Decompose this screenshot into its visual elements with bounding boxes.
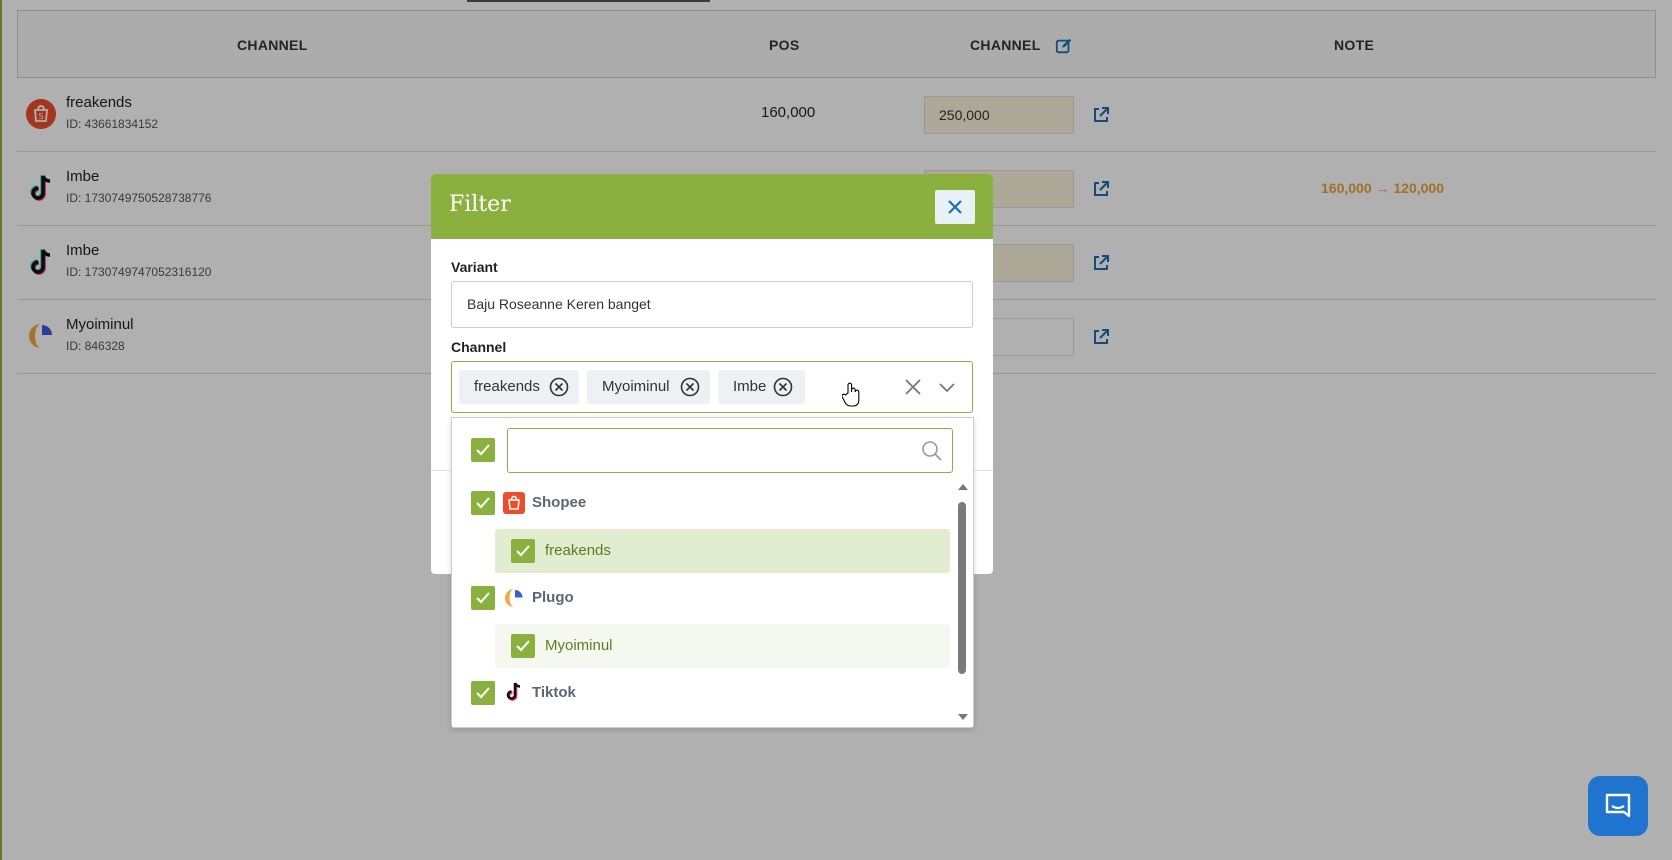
group-checkbox-plugo[interactable] xyxy=(471,586,495,610)
plugo-icon xyxy=(505,589,523,607)
channel-dropdown: Shopee freakends Plugo Myoiminul Tiktok xyxy=(451,417,974,728)
group-checkbox-shopee[interactable] xyxy=(471,491,495,515)
chevron-down-icon[interactable] xyxy=(937,377,957,397)
option-freakends[interactable]: freakends xyxy=(495,529,950,573)
checkmark-icon xyxy=(476,592,490,604)
modal-header: Filter xyxy=(431,174,993,239)
select-all-checkbox[interactable] xyxy=(471,438,495,462)
option-label: freakends xyxy=(545,542,611,559)
clear-all-icon[interactable] xyxy=(903,377,923,397)
chat-support-button[interactable] xyxy=(1588,776,1648,836)
hand-cursor-icon xyxy=(842,382,860,407)
variant-field[interactable]: Baju Roseanne Keren banget xyxy=(451,281,973,328)
close-icon xyxy=(948,200,962,214)
checkmark-icon xyxy=(476,497,490,509)
channel-label: Channel xyxy=(451,339,507,355)
group-label-shopee: Shopee xyxy=(532,494,587,511)
option-checkbox[interactable] xyxy=(511,634,535,658)
modal-title: Filter xyxy=(449,192,511,217)
tiktok-icon xyxy=(506,682,521,701)
channel-search-input[interactable] xyxy=(507,428,953,473)
remove-chip-icon[interactable] xyxy=(549,377,569,397)
chat-icon xyxy=(1605,793,1631,818)
option-myoiminul[interactable]: Myoiminul xyxy=(495,624,950,668)
scrollbar-thumb[interactable] xyxy=(958,502,966,674)
option-checkbox[interactable] xyxy=(511,539,535,563)
search-icon xyxy=(922,441,942,461)
close-button[interactable] xyxy=(935,190,975,224)
checkmark-icon xyxy=(476,444,490,456)
channel-multiselect[interactable]: freakends Myoiminul Imbe xyxy=(451,361,973,413)
checkmark-icon xyxy=(516,640,530,652)
checkmark-icon xyxy=(476,687,490,699)
group-checkbox-tiktok[interactable] xyxy=(471,681,495,705)
group-label-tiktok: Tiktok xyxy=(532,684,576,701)
remove-chip-icon[interactable] xyxy=(773,377,793,397)
checkmark-icon xyxy=(516,545,530,557)
shopee-icon xyxy=(503,492,525,514)
option-label: Myoiminul xyxy=(545,637,613,654)
variant-label: Variant xyxy=(451,259,498,275)
group-label-plugo: Plugo xyxy=(532,589,574,606)
remove-chip-icon[interactable] xyxy=(680,377,700,397)
